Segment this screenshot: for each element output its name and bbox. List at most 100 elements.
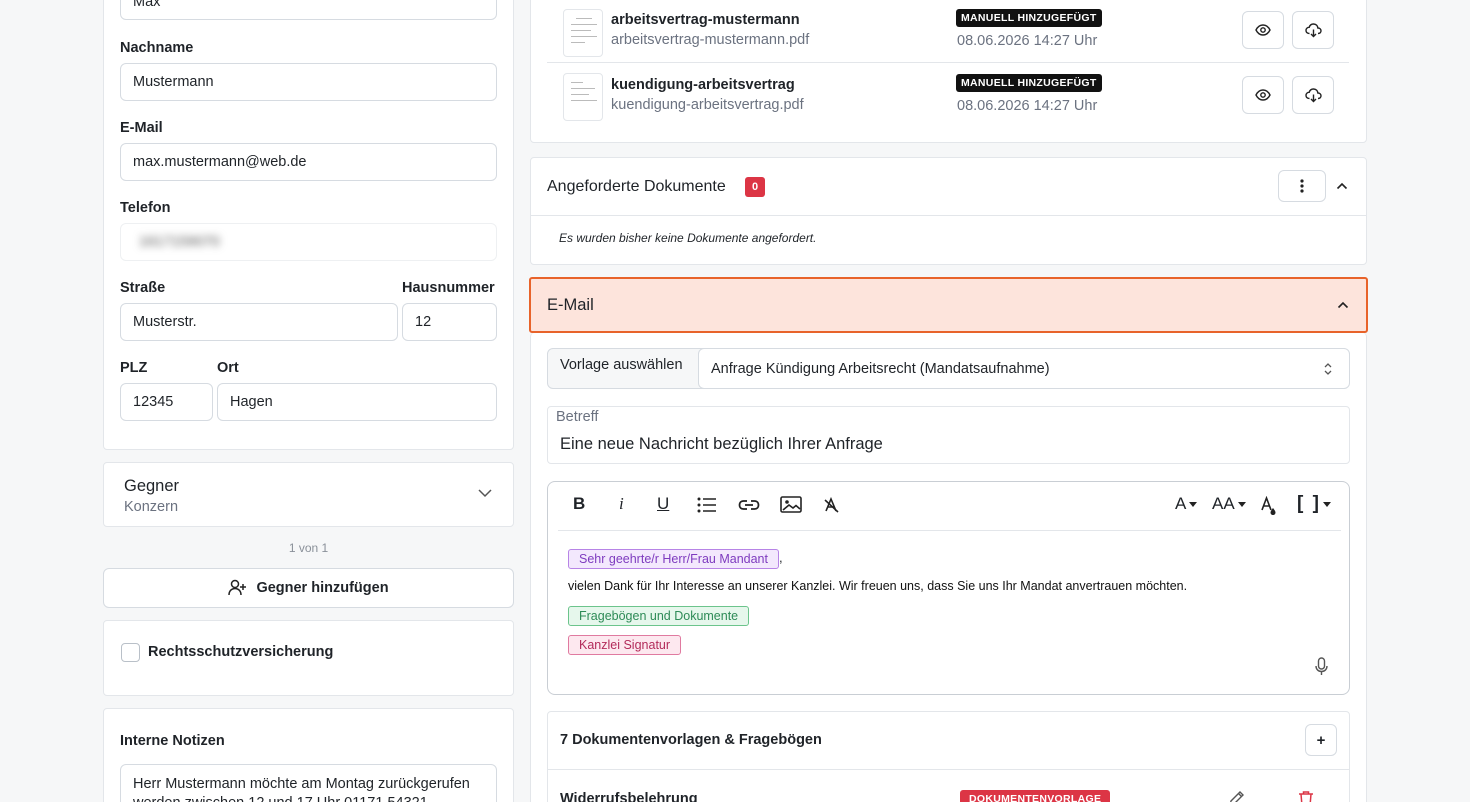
- select-arrows-icon: [1323, 361, 1333, 377]
- signature-placeholder-chip[interactable]: Kanzlei Signatur: [568, 635, 682, 655]
- zip-field[interactable]: 12345: [120, 383, 213, 421]
- link-icon[interactable]: [738, 499, 760, 511]
- requested-header-divider: [531, 215, 1366, 216]
- notes-textarea[interactable]: Herr Mustermann möchte am Montag zurückg…: [120, 764, 497, 802]
- font-size-label: AA: [1212, 494, 1235, 513]
- notes-card: Interne Notizen Herr Mustermann möchte a…: [103, 708, 514, 802]
- underline-button[interactable]: U: [657, 494, 669, 514]
- caret-down-icon: [1237, 501, 1246, 507]
- firstname-field[interactable]: Max: [120, 0, 497, 20]
- italic-button[interactable]: i: [619, 494, 624, 514]
- template-select-label: Vorlage auswählen: [560, 357, 683, 373]
- add-opponent-label: Gegner hinzufügen: [256, 580, 389, 596]
- template-type-badge: DOKUMENTENVORLAGE: [960, 790, 1111, 802]
- lastname-field[interactable]: Mustermann: [120, 63, 497, 101]
- phone-label: Telefon: [120, 200, 171, 216]
- preview-button[interactable]: [1242, 76, 1284, 114]
- document-file: arbeitsvertrag-mustermann.pdf: [611, 32, 810, 48]
- microphone-icon[interactable]: [1315, 657, 1328, 676]
- document-date: 08.06.2026 14:27 Uhr: [957, 98, 1098, 114]
- document-file: kuendigung-arbeitsvertrag.pdf: [611, 97, 804, 113]
- salutation-placeholder-chip[interactable]: Sehr geehrte/r Herr/Frau Mandant: [568, 549, 779, 569]
- image-icon[interactable]: [780, 496, 802, 513]
- zip-label: PLZ: [120, 360, 148, 376]
- opponent-subtitle: Konzern: [124, 499, 179, 515]
- status-badge: MANUELL HINZUGEFÜGT: [956, 74, 1102, 92]
- row-divider: [547, 62, 1349, 63]
- add-opponent-button[interactable]: Gegner hinzufügen: [103, 568, 514, 608]
- cloud-download-icon: [1304, 22, 1322, 38]
- city-field[interactable]: Hagen: [217, 383, 497, 421]
- chevron-up-icon: [1337, 301, 1349, 309]
- requested-documents-title: Angeforderte Dokumente: [547, 178, 726, 195]
- bullet-list-icon[interactable]: [697, 497, 717, 513]
- document-name: kuendigung-arbeitsvertrag: [611, 77, 795, 93]
- opponent-title: Gegner: [124, 477, 180, 495]
- street-label: Straße: [120, 280, 166, 296]
- document-date: 08.06.2026 14:27 Uhr: [957, 33, 1098, 49]
- salutation-comma: ,: [779, 550, 783, 565]
- bold-button[interactable]: B: [573, 494, 585, 514]
- subject-field[interactable]: Betreff Eine neue Nachricht bezüglich Ih…: [547, 406, 1350, 464]
- caret-down-icon: [1189, 501, 1198, 507]
- download-button[interactable]: [1292, 76, 1334, 114]
- email-label: E-Mail: [120, 120, 163, 136]
- document-name: arbeitsvertrag-mustermann: [611, 12, 800, 28]
- font-size-button[interactable]: AA: [1212, 494, 1246, 514]
- more-options-button[interactable]: [1278, 170, 1326, 202]
- placeholder-button[interactable]: [ ]: [1297, 493, 1331, 515]
- template-row-name: Widerrufsbelehrung: [560, 791, 698, 802]
- download-button[interactable]: [1292, 11, 1334, 49]
- status-badge: MANUELL HINZUGEFÜGT: [956, 9, 1102, 27]
- eye-icon: [1255, 24, 1271, 36]
- caret-down-icon: [1322, 501, 1331, 507]
- chevron-up-icon[interactable]: [1336, 182, 1348, 190]
- requested-documents-card: [530, 157, 1367, 265]
- email-body-line: vielen Dank für Ihr Interesse an unserer…: [568, 579, 1188, 593]
- highlight-color-icon[interactable]: [1260, 496, 1278, 516]
- housenumber-label: Hausnummer: [402, 280, 495, 296]
- email-field[interactable]: max.mustermann@web.de: [120, 143, 497, 181]
- document-thumbnail[interactable]: [563, 73, 603, 121]
- notes-title: Interne Notizen: [120, 733, 225, 749]
- email-section-title: E-Mail: [547, 296, 594, 314]
- clear-format-icon[interactable]: [823, 497, 841, 513]
- phone-value-blurred: 1617159070: [139, 234, 220, 250]
- subject-value: Eine neue Nachricht bezüglich Ihrer Anfr…: [560, 435, 883, 453]
- opponent-card[interactable]: Gegner Konzern: [103, 462, 514, 527]
- subject-label: Betreff: [556, 409, 599, 425]
- lastname-label: Nachname: [120, 40, 194, 56]
- document-thumbnail[interactable]: [563, 9, 603, 57]
- requested-empty-text: Es wurden bisher keine Dokumente angefor…: [559, 231, 817, 245]
- phone-field[interactable]: 1617159070: [120, 223, 497, 261]
- email-section-header[interactable]: E-Mail: [529, 277, 1368, 333]
- kebab-menu-icon: [1300, 179, 1304, 193]
- font-color-button[interactable]: A: [1175, 494, 1198, 514]
- trash-icon[interactable]: [1298, 790, 1314, 802]
- insurance-label: Rechtsschutzversicherung: [148, 644, 334, 660]
- requested-count-badge: 0: [745, 177, 765, 197]
- templates-divider: [548, 769, 1349, 770]
- placeholder-label: [ ]: [1297, 493, 1321, 514]
- documents-placeholder-chip[interactable]: Fragebögen und Dokumente: [568, 606, 750, 626]
- templates-card: [547, 711, 1350, 802]
- opponent-pager: 1 von 1: [288, 541, 329, 555]
- chevron-down-icon[interactable]: [477, 488, 493, 498]
- housenumber-field[interactable]: 12: [402, 303, 497, 341]
- template-select-value: Anfrage Kündigung Arbeitsrecht (Mandatsa…: [711, 361, 1050, 377]
- template-select-group: Vorlage auswählen Anfrage Kündigung Arbe…: [547, 348, 1350, 389]
- font-color-label: A: [1175, 494, 1187, 513]
- toolbar-divider: [558, 530, 1341, 531]
- street-field[interactable]: Musterstr.: [120, 303, 398, 341]
- templates-title: 7 Dokumentenvorlagen & Fragebögen: [560, 732, 822, 748]
- template-select[interactable]: Anfrage Kündigung Arbeitsrecht (Mandatsa…: [698, 348, 1350, 389]
- pencil-icon[interactable]: [1228, 790, 1245, 802]
- preview-button[interactable]: [1242, 11, 1284, 49]
- add-template-button[interactable]: +: [1305, 724, 1337, 756]
- insurance-card: Rechtsschutzversicherung: [103, 620, 514, 696]
- user-plus-icon: [228, 579, 247, 597]
- city-label: Ort: [217, 360, 239, 376]
- eye-icon: [1255, 89, 1271, 101]
- insurance-checkbox[interactable]: [121, 643, 140, 662]
- cloud-download-icon: [1304, 87, 1322, 103]
